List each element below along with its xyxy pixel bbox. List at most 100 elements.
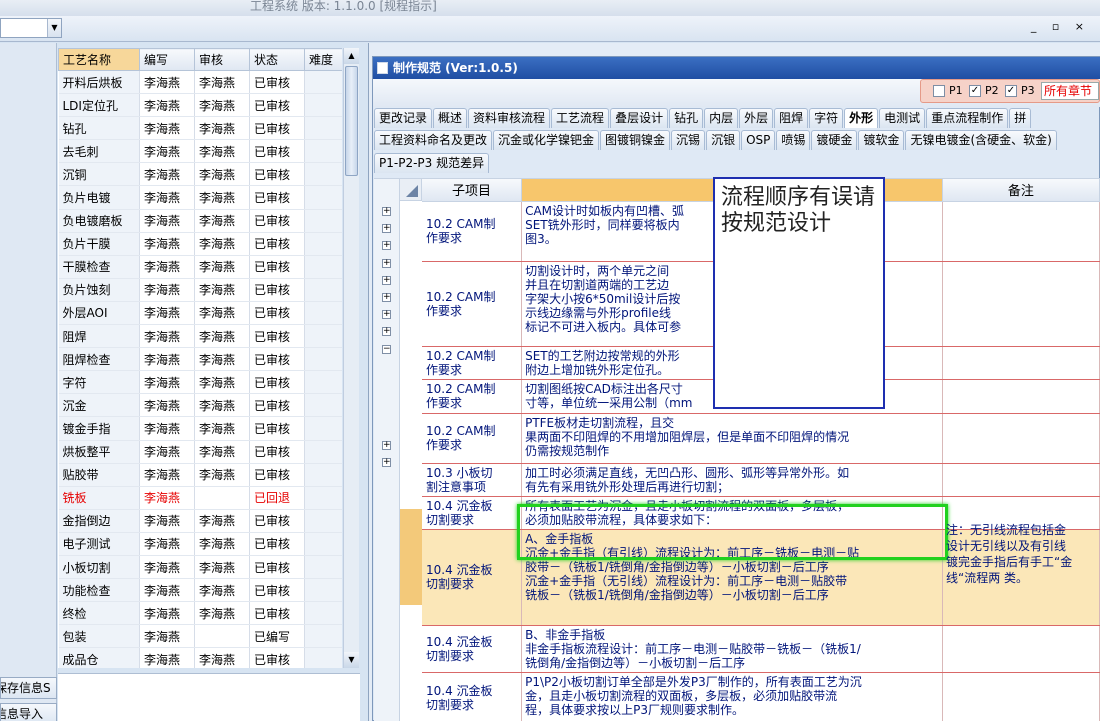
tab[interactable]: 拼 [1009, 108, 1032, 128]
content-cell[interactable]: 加工时必须满足直线，无凹凸形、圆形、弧形等异常外形。如 有先有采用铣外形处理后再进… [521, 463, 943, 497]
status-cell[interactable]: 已审核 [249, 278, 305, 302]
status-cell[interactable]: 已审核 [249, 440, 305, 464]
difficulty-cell[interactable] [304, 578, 342, 603]
process-row[interactable]: 包装 李海燕 已编写 [58, 624, 342, 649]
process-row[interactable]: 电子测试 李海燕 李海燕 已审核 [58, 532, 342, 556]
remark-cell[interactable] [942, 201, 1100, 262]
author-cell[interactable]: 李海燕 [139, 278, 195, 302]
status-cell[interactable]: 已审核 [249, 370, 305, 395]
author-cell[interactable]: 李海燕 [139, 93, 195, 118]
process-row[interactable]: 镀金手指 李海燕 李海燕 已审核 [58, 416, 342, 441]
col-status[interactable]: 状态 [249, 48, 305, 71]
difficulty-cell[interactable] [304, 185, 342, 210]
author-cell[interactable]: 李海燕 [139, 70, 195, 95]
process-name-cell[interactable]: 阻焊检查 [58, 347, 140, 372]
tab[interactable]: 沉银 [706, 130, 741, 150]
tab[interactable]: 工艺流程 [551, 108, 610, 128]
tab[interactable]: 图镀铜镍金 [600, 130, 671, 150]
author-cell[interactable]: 李海燕 [139, 486, 195, 510]
status-cell[interactable]: 已审核 [249, 578, 305, 603]
process-name-cell[interactable]: 贴胶带 [58, 463, 140, 487]
author-cell[interactable]: 李海燕 [139, 601, 195, 626]
difficulty-cell[interactable] [304, 647, 342, 668]
reviewer-cell[interactable]: 李海燕 [194, 209, 250, 233]
reviewer-cell[interactable]: 李海燕 [194, 647, 250, 668]
import-info-button[interactable]: 信息导入 [0, 703, 57, 721]
remark-cell[interactable] [942, 261, 1100, 347]
tab[interactable]: 概述 [433, 108, 468, 128]
expand-icon[interactable]: + [382, 458, 391, 467]
author-cell[interactable]: 李海燕 [139, 162, 195, 187]
status-cell[interactable]: 已审核 [249, 324, 305, 349]
status-cell[interactable]: 已审核 [249, 301, 305, 326]
author-cell[interactable]: 李海燕 [139, 255, 195, 279]
expand-icon[interactable]: + [382, 441, 391, 450]
process-name-cell[interactable]: 开料后烘板 [58, 70, 140, 95]
difficulty-cell[interactable] [304, 139, 342, 164]
process-row[interactable]: 金指倒边 李海燕 李海燕 已审核 [58, 509, 342, 533]
reviewer-cell[interactable]: 李海燕 [194, 185, 250, 210]
spec-row[interactable]: 10.4 沉金板 切割要求 B、非金手指板 非金手指板流程设计：前工序－电测－贴胶带－… [422, 625, 1100, 673]
tab[interactable]: 镀软金 [858, 130, 905, 150]
process-name-cell[interactable]: 沉金 [58, 393, 140, 418]
status-cell[interactable]: 已审核 [249, 116, 305, 141]
tab[interactable]: 重点流程制作 [926, 108, 1009, 128]
reviewer-cell[interactable]: 李海燕 [194, 509, 250, 533]
difficulty-cell[interactable] [304, 301, 342, 326]
process-name-cell[interactable]: 负片蚀刻 [58, 278, 140, 302]
process-grid-scrollbar[interactable]: ▲ ▼ [343, 48, 359, 668]
reviewer-cell[interactable]: 李海燕 [194, 301, 250, 326]
tab[interactable]: 镀硬金 [811, 130, 858, 150]
tab[interactable]: 字符 [809, 108, 844, 128]
content-cell[interactable]: PTFE板材走切割流程，且交 果两面不印阻焊的不用增加阻焊层，但是单面不印阻焊的情… [521, 413, 943, 464]
author-cell[interactable]: 李海燕 [139, 370, 195, 395]
difficulty-cell[interactable] [304, 255, 342, 279]
process-row[interactable]: 去毛刺 李海燕 李海燕 已审核 [58, 139, 342, 164]
status-cell[interactable]: 已审核 [249, 601, 305, 626]
subitem-cell[interactable]: 10.2 CAM制 作要求 [422, 379, 523, 414]
reviewer-cell[interactable]: 李海燕 [194, 555, 250, 580]
author-cell[interactable]: 李海燕 [139, 416, 195, 441]
reviewer-cell[interactable]: 李海燕 [194, 578, 250, 603]
process-name-cell[interactable]: 烘板整平 [58, 440, 140, 464]
content-cell[interactable]: B、非金手指板 非金手指板流程设计：前工序－电测－贴胶带－铣板－（铣板1/铣倒角/… [521, 625, 943, 673]
process-name-cell[interactable]: 负片电镀 [58, 185, 140, 210]
status-cell[interactable]: 已审核 [249, 393, 305, 418]
difficulty-cell[interactable] [304, 601, 342, 626]
subitem-cell[interactable]: 10.4 沉金板 切割要求 [422, 672, 523, 721]
process-name-cell[interactable]: 去毛刺 [58, 139, 140, 164]
process-row[interactable]: 外层AOI 李海燕 李海燕 已审核 [58, 301, 342, 326]
process-row[interactable]: 终检 李海燕 李海燕 已审核 [58, 601, 342, 626]
p2-checkbox[interactable]: ✓ [969, 85, 981, 97]
expand-icon[interactable]: + [382, 327, 391, 336]
remark-cell[interactable] [942, 672, 1100, 721]
expand-icon[interactable]: + [382, 259, 391, 268]
reviewer-cell[interactable]: 李海燕 [194, 93, 250, 118]
difficulty-cell[interactable] [304, 393, 342, 418]
author-cell[interactable]: 李海燕 [139, 347, 195, 372]
reviewer-cell[interactable]: 李海燕 [194, 232, 250, 256]
author-cell[interactable]: 李海燕 [139, 578, 195, 603]
reviewer-cell[interactable]: 李海燕 [194, 370, 250, 395]
difficulty-cell[interactable] [304, 486, 342, 510]
process-name-cell[interactable]: 电子测试 [58, 532, 140, 556]
status-cell[interactable]: 已审核 [249, 139, 305, 164]
status-cell[interactable]: 已审核 [249, 255, 305, 279]
tab[interactable]: 外层 [739, 108, 774, 128]
process-name-cell[interactable]: 包装 [58, 624, 140, 649]
difficulty-cell[interactable] [304, 555, 342, 580]
subitem-cell[interactable]: 10.2 CAM制 作要求 [422, 261, 523, 347]
process-row[interactable]: 小板切割 李海燕 李海燕 已审核 [58, 555, 342, 580]
expand-icon[interactable]: + [382, 241, 391, 250]
process-name-cell[interactable]: LDI定位孔 [58, 93, 140, 118]
author-cell[interactable]: 李海燕 [139, 324, 195, 349]
status-cell[interactable]: 已审核 [249, 347, 305, 372]
difficulty-cell[interactable] [304, 463, 342, 487]
remark-cell[interactable] [942, 413, 1100, 464]
difficulty-cell[interactable] [304, 509, 342, 533]
subitem-cell[interactable]: 10.3 小板切 割注意事项 [422, 463, 523, 497]
process-row[interactable]: 成品仓 李海燕 李海燕 已审核 [58, 647, 342, 668]
author-cell[interactable]: 李海燕 [139, 116, 195, 141]
difficulty-cell[interactable] [304, 440, 342, 464]
status-cell[interactable]: 已审核 [249, 93, 305, 118]
